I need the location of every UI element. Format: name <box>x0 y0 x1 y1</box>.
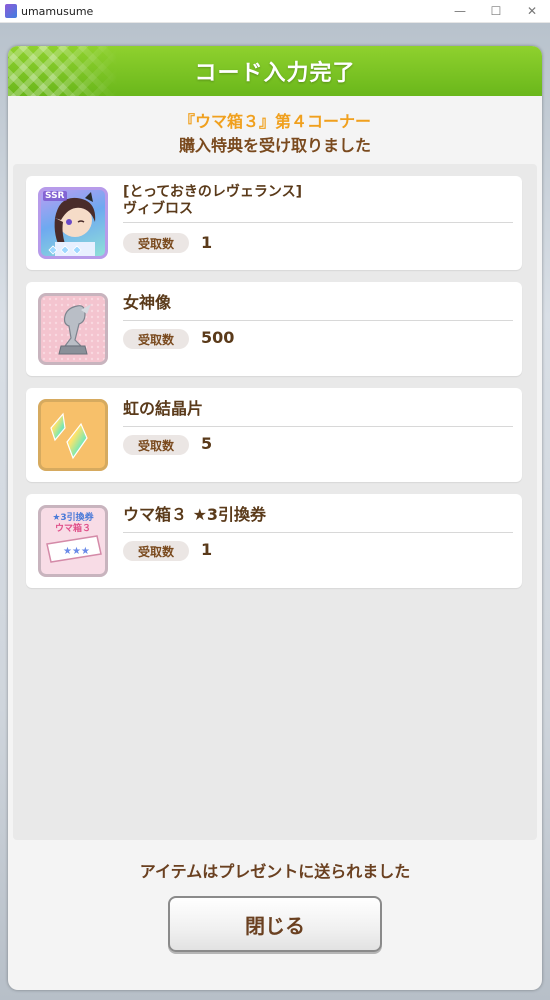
app-icon <box>5 4 17 18</box>
close-button-label: 閉じる <box>245 913 305 938</box>
count-value: 1 <box>201 233 213 252</box>
svg-text:★★★: ★★★ <box>63 546 90 557</box>
close-button[interactable]: 閉じる <box>168 896 382 952</box>
divider <box>123 320 513 321</box>
window-controls: — ☐ ✕ <box>442 0 550 22</box>
sent-to-present-message: アイテムはプレゼントに送られました <box>139 862 411 881</box>
count-value: 5 <box>201 434 213 453</box>
received-message: 購入特典を受け取りました <box>178 136 371 155</box>
divider <box>123 426 513 427</box>
divider <box>123 532 513 533</box>
support-card-thumbnail: SSR <box>38 187 108 259</box>
reward-item-name: 虹の結晶片 <box>123 399 204 418</box>
reward-item-name: ウマ箱３ ★3引換券 <box>123 505 267 524</box>
code-complete-dialog: コード入力完了 『ウマ箱３』第４コーナー 購入特典を受け取りました SSR [と… <box>8 46 542 990</box>
reward-item-card: 女神像 受取数 500 <box>26 282 522 376</box>
header-pattern <box>8 46 118 96</box>
ssr-badge: SSR <box>43 191 67 201</box>
rainbow-crystal-icon <box>50 412 88 460</box>
divider <box>123 222 513 223</box>
count-value: 1 <box>201 540 213 559</box>
reward-item-name: [とっておきのレヴェランス] ヴィブロス <box>123 184 513 218</box>
close-window-button[interactable]: ✕ <box>514 0 550 22</box>
reward-item-name: 女神像 <box>123 293 172 312</box>
reward-list[interactable]: SSR [とっておきのレヴェランス] ヴィブロス 受取数 1 女神像 受取数 5… <box>13 164 537 840</box>
maximize-button[interactable]: ☐ <box>478 0 514 22</box>
reward-item-card: ★3引換券 ウマ箱３ ★★★ ウマ箱３ ★3引換券 受取数 1 <box>26 494 522 588</box>
minimize-button[interactable]: — <box>442 0 478 22</box>
goddess-statue-thumbnail <box>38 293 108 365</box>
count-value: 500 <box>201 328 235 347</box>
ticket-icon: ★★★ <box>46 535 102 563</box>
ticket-thumbnail: ★3引換券 ウマ箱３ ★★★ <box>38 505 108 577</box>
count-label: 受取数 <box>123 329 189 349</box>
campaign-subtitle: 『ウマ箱３』第４コーナー <box>178 112 371 131</box>
window-titlebar: umamusume — ☐ ✕ <box>0 0 550 23</box>
reward-item-card: SSR [とっておきのレヴェランス] ヴィブロス 受取数 1 <box>26 176 522 270</box>
reward-item-title: [とっておきのレヴェランス] <box>123 184 302 200</box>
reward-item-subtitle: ヴィブロス <box>123 201 193 217</box>
window-title: umamusume <box>21 4 94 18</box>
count-label: 受取数 <box>123 541 189 561</box>
reward-item-card: 虹の結晶片 受取数 5 <box>26 388 522 482</box>
dialog-header: コード入力完了 <box>8 46 542 96</box>
count-label: 受取数 <box>123 233 189 253</box>
dialog-title: コード入力完了 <box>194 61 356 86</box>
goddess-statue-icon <box>41 296 105 362</box>
rainbow-crystal-thumbnail <box>38 399 108 471</box>
count-label: 受取数 <box>123 435 189 455</box>
